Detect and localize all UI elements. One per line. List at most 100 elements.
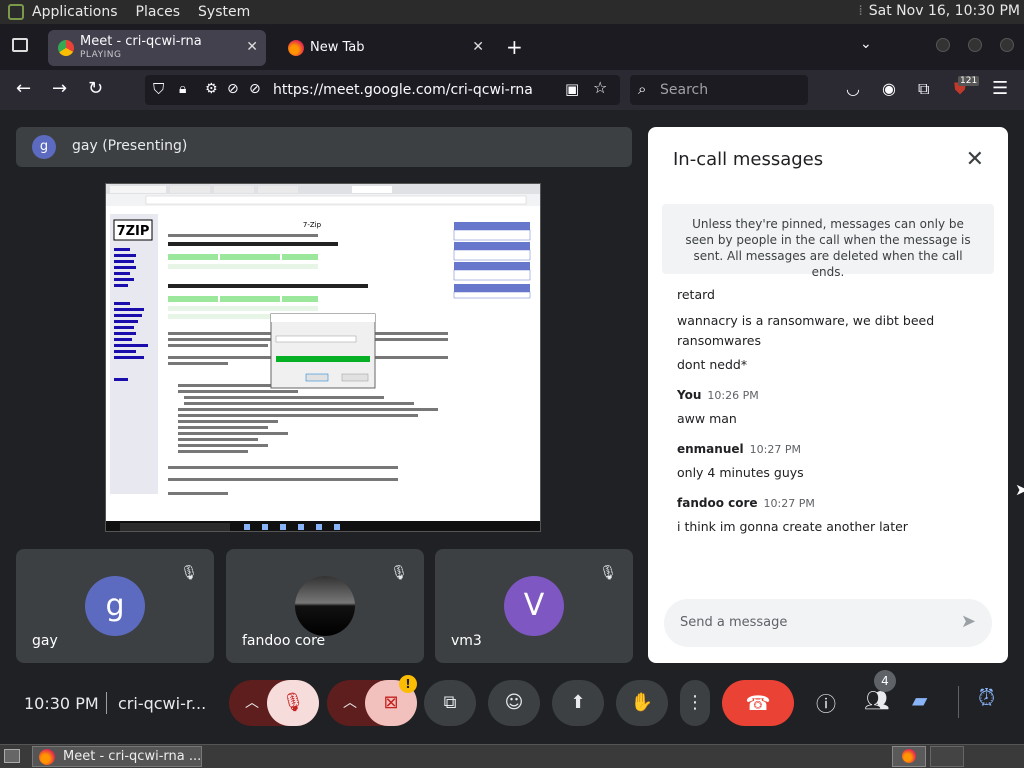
participant-name: gay — [32, 633, 58, 649]
in-call-messages-panel: In-call messages ✕ Unless they're pinned… — [648, 127, 1008, 663]
shared-page-title: 7-Zip — [303, 221, 322, 229]
send-icon[interactable]: ➤ — [961, 611, 976, 632]
screen-share-icon[interactable]: ▣ — [565, 79, 579, 99]
forward-arrow-icon[interactable]: → — [52, 79, 67, 99]
extensions-icon[interactable]: ⧉ — [918, 79, 929, 99]
menu-system[interactable]: System — [198, 4, 250, 20]
menu-places[interactable]: Places — [136, 4, 181, 20]
lock-icon[interactable]: 🔒︎ — [179, 79, 186, 99]
taskbar-item-meet[interactable]: Meet - cri-qcwi-rna ... — [32, 746, 202, 767]
url-text[interactable]: https://meet.google.com/cri-qcwi-rna — [273, 82, 533, 98]
message-placeholder: Send a message — [680, 615, 788, 630]
search-placeholder: Search — [660, 82, 709, 98]
toolbar-divider — [958, 686, 959, 718]
mic-muted-icon: 🎙︎ — [180, 565, 198, 581]
message-sender: You 10:26 PM — [677, 388, 759, 402]
mic-control-group: ︿ 🎙︎ — [229, 680, 319, 726]
shield-icon[interactable]: ⛉ — [153, 79, 164, 99]
meet-content: g gay (Presenting) 7ZIP 7-Zip 🎙︎ g gay 🎙… — [0, 110, 1024, 744]
panel-clock[interactable]: Sat Nov 16, 10:30 PM — [869, 3, 1020, 19]
leave-call-button[interactable]: ☎ — [722, 680, 794, 726]
chat-notice: Unless they're pinned, messages can only… — [662, 204, 994, 279]
firefox-favicon-icon — [288, 40, 304, 56]
participant-tile-vm3[interactable]: 🎙︎ V vm3 — [435, 549, 633, 663]
window-close-icon[interactable] — [1000, 38, 1014, 52]
tab-meet[interactable]: Meet - cri-qcwi-rna PLAYING ✕ — [48, 30, 266, 66]
camera-blocked-icon[interactable]: ⊘ — [227, 79, 239, 99]
workspace-firefox-icon — [902, 749, 916, 763]
bookmark-star-icon[interactable]: ☆ — [593, 78, 607, 98]
list-tabs-chevron-icon[interactable]: ⌄ — [860, 36, 872, 52]
mic-muted-icon: 🎙︎ — [599, 565, 617, 581]
taskbar-item-label: Meet - cri-qcwi-rna ... — [63, 749, 202, 764]
participant-name: fandoo core — [242, 633, 326, 649]
search-icon: ⌕ — [638, 80, 647, 98]
chat-icon[interactable]: ▰ — [912, 688, 927, 712]
message-text: wannacry is a ransomware, we dibt beed r… — [677, 313, 935, 348]
desktop-top-panel: Applications Places System ⁞ Sat Nov 16,… — [0, 0, 1024, 24]
hamburger-menu-icon[interactable]: ☰ — [992, 79, 1008, 99]
account-icon[interactable]: ◉ — [882, 79, 896, 99]
emoji-button[interactable]: ☺ — [488, 680, 540, 726]
chat-title: In-call messages — [673, 149, 824, 170]
captions-button[interactable]: ⧉ — [424, 680, 476, 726]
search-bar[interactable]: ⌕ Search — [630, 75, 808, 105]
firefox-favicon-icon — [39, 749, 55, 765]
ublock-badge: 121 — [958, 76, 980, 86]
more-options-button[interactable]: ⋮ — [680, 680, 710, 726]
window-minimize-icon[interactable] — [936, 38, 950, 52]
chrome-favicon-icon — [58, 40, 74, 56]
mic-off-button[interactable]: 🎙︎ — [267, 680, 319, 726]
show-desktop-icon[interactable] — [4, 749, 20, 763]
tab-title: New Tab — [310, 40, 365, 55]
participant-name: vm3 — [451, 633, 482, 649]
participant-avatar — [295, 576, 355, 636]
participant-avatar: g — [85, 576, 145, 636]
activities-icon[interactable]: ⏰︎ — [978, 686, 995, 711]
reload-icon[interactable]: ↻ — [88, 79, 103, 99]
chat-message-list: retard wannacry is a ransomware, we dibt… — [677, 287, 987, 534]
meeting-info-icon[interactable]: ⓘ — [816, 688, 836, 717]
desktop-taskbar: Meet - cri-qcwi-rna ... — [0, 744, 1024, 768]
mouse-cursor-icon: ➤ — [1015, 480, 1024, 499]
tab-new-tab[interactable]: New Tab ✕ — [278, 30, 492, 66]
message-sender: fandoo core 10:27 PM — [677, 496, 815, 510]
pocket-icon[interactable]: ◡ — [846, 79, 860, 99]
send-message-input[interactable]: Send a message ➤ — [664, 599, 992, 647]
message-group: fandoo core 10:27 PM i think im gonna cre… — [677, 496, 987, 534]
people-count-badge: 4 — [874, 670, 896, 692]
raise-hand-button[interactable]: ✋ — [616, 680, 668, 726]
message-group: retard wannacry is a ransomware, we dibt… — [677, 287, 987, 372]
panel-handle-icon: ⁞ — [858, 3, 863, 19]
tab-playing-label: PLAYING — [80, 50, 122, 60]
back-arrow-icon[interactable]: ← — [16, 79, 31, 99]
present-screen-button[interactable]: ⬆ — [552, 680, 604, 726]
workspace-2[interactable] — [930, 746, 964, 767]
message-text: only 4 minutes guys — [677, 465, 804, 480]
tab-overview-icon[interactable] — [12, 38, 28, 52]
browser-nav-bar: ← → ↻ ⛉ 🔒︎ ⚙ ⊘ ⊘ https://meet.google.com… — [0, 70, 1024, 110]
message-text: dont nedd* — [677, 357, 748, 372]
permissions-icon[interactable]: ⚙ — [205, 79, 218, 99]
tab-title: Meet - cri-qcwi-rna — [80, 34, 202, 49]
message-time: 10:27 PM — [749, 443, 801, 456]
divider — [106, 692, 107, 714]
url-bar[interactable]: ⛉ 🔒︎ ⚙ ⊘ ⊘ https://meet.google.com/cri-q… — [145, 75, 620, 105]
message-text: aww man — [677, 411, 737, 426]
message-sender: enmanuel 10:27 PM — [677, 442, 801, 456]
shared-screen-content: 7ZIP 7-Zip — [106, 184, 540, 531]
mic-muted-icon: 🎙︎ — [390, 565, 408, 581]
app-menu-icon[interactable] — [8, 4, 24, 20]
message-time: 10:26 PM — [707, 389, 759, 402]
participant-tile-fandoo-core[interactable]: 🎙︎ fandoo core — [226, 549, 424, 663]
close-icon[interactable]: ✕ — [966, 147, 984, 172]
window-maximize-icon[interactable] — [968, 38, 982, 52]
participant-tile-gay[interactable]: 🎙︎ g gay — [16, 549, 214, 663]
tab-close-icon[interactable]: ✕ — [472, 39, 484, 55]
presentation-bar: g gay (Presenting) — [16, 127, 632, 167]
menu-applications[interactable]: Applications — [32, 4, 118, 20]
tab-close-icon[interactable]: ✕ — [246, 39, 258, 55]
mic-blocked-icon[interactable]: ⊘ — [249, 79, 261, 99]
camera-warning-badge: ! — [399, 675, 417, 693]
new-tab-icon[interactable]: + — [506, 35, 523, 59]
